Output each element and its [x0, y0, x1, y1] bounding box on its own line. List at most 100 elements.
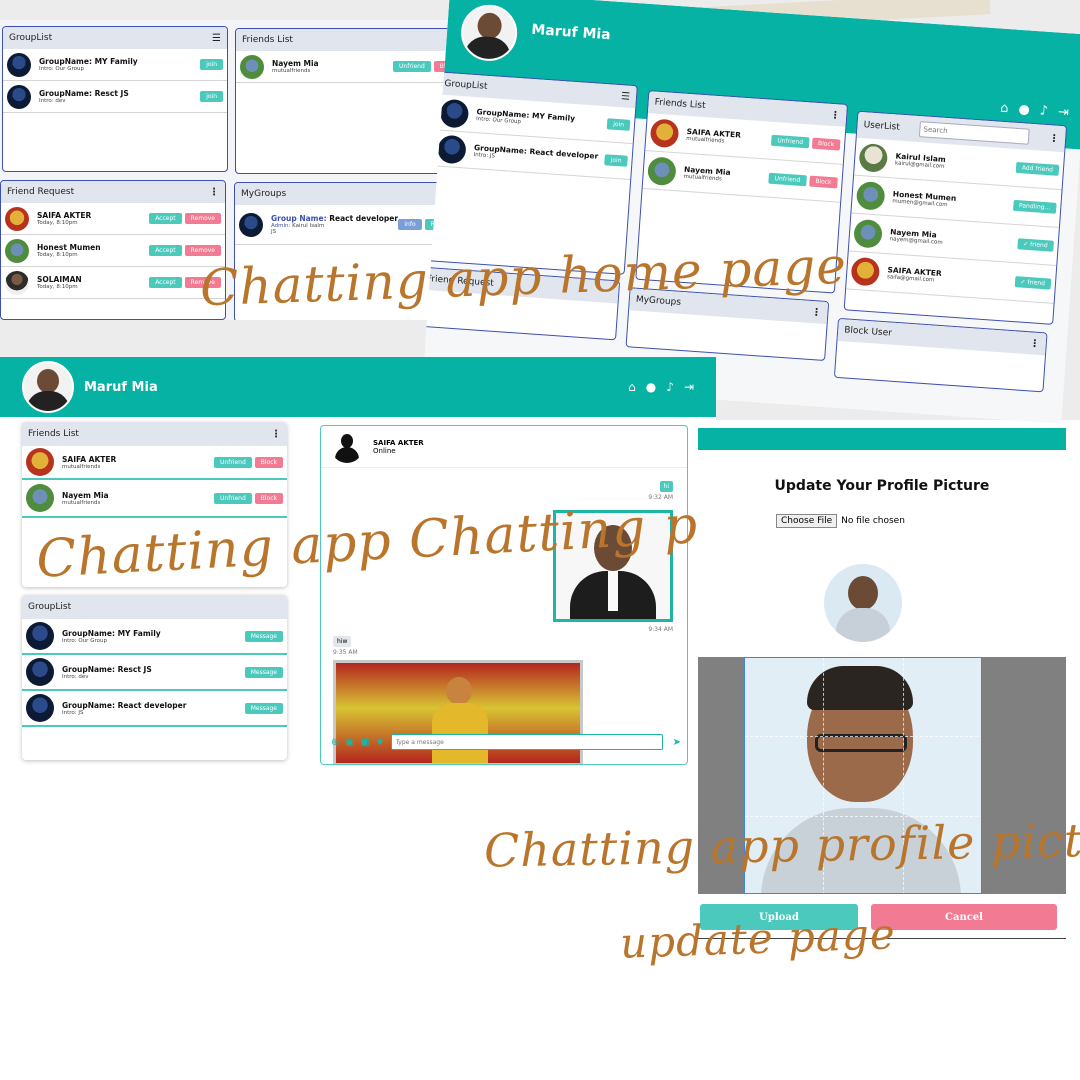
search-input[interactable]: [919, 121, 1030, 145]
send-icon[interactable]: ➤: [673, 737, 681, 748]
list-item: SAIFA AKTER mutualfriends Unfriend Block: [22, 446, 287, 480]
user-avatar: [5, 270, 29, 295]
unfriend-button[interactable]: Unfriend: [770, 134, 810, 149]
add-friend-button[interactable]: Add friend: [1015, 161, 1060, 176]
friend-avatar: [646, 155, 677, 186]
join-button[interactable]: join: [604, 154, 628, 167]
more-icon[interactable]: ⋮: [1029, 338, 1040, 350]
bell-icon[interactable]: ♪: [1039, 103, 1048, 119]
join-button[interactable]: join: [200, 91, 223, 102]
card-title: Friends List: [654, 97, 706, 112]
friend-status-button[interactable]: ✓ friend: [1016, 238, 1054, 252]
unfriend-button[interactable]: Unfriend: [393, 61, 431, 72]
group-name: GroupName: Resct JS: [62, 664, 152, 674]
group-label: Group Name:: [271, 214, 327, 223]
more-icon[interactable]: ⋮: [271, 429, 281, 440]
chat-icon[interactable]: ●: [1018, 102, 1030, 118]
friend-sub: mutualfriends: [62, 463, 101, 470]
join-button[interactable]: join: [606, 118, 631, 131]
message-time: 9:35 AM: [333, 649, 358, 656]
group-intro: Intro: Our Group: [39, 66, 84, 72]
message-input[interactable]: [390, 734, 663, 750]
block-button[interactable]: Block: [254, 492, 283, 504]
unfriend-button[interactable]: Unfriend: [214, 492, 252, 504]
remove-button[interactable]: Remove: [184, 245, 221, 256]
conversation-panel: SAIFA AKTER Online hi 9:32 AM 9:34 AM hi…: [320, 425, 688, 765]
add-icon[interactable]: ⊕: [331, 737, 339, 748]
card-title: GroupList: [9, 33, 53, 43]
conversation-header: SAIFA AKTER Online: [321, 426, 687, 468]
user-name: Maruf Mia: [530, 21, 612, 44]
join-button[interactable]: join: [200, 59, 223, 70]
friend-status-button[interactable]: ✓ friend: [1014, 276, 1052, 290]
collage: GroupList ☰ GroupName: MY Family Intro: Ou…: [0, 0, 1080, 1080]
menu-icon[interactable]: ☰: [621, 91, 631, 103]
list-item: Nayem Miamutualfriends Unfriend Block: [22, 480, 287, 518]
info-button[interactable]: info: [398, 219, 422, 230]
pending-button[interactable]: Pandling...: [1012, 199, 1057, 214]
group-avatar-icon: [26, 658, 54, 686]
list-item: GroupName: MY Family Intro: Our Group joi…: [3, 49, 227, 81]
friend-avatar: [649, 117, 680, 148]
unfriend-button[interactable]: Unfriend: [768, 172, 807, 187]
block-button[interactable]: Block: [808, 175, 838, 189]
friend-name: Nayem Mia: [272, 59, 319, 68]
group-intro: Intro: dev: [62, 673, 89, 680]
user-name: Honest Mumen: [37, 243, 101, 252]
profile-avatar[interactable]: [459, 2, 519, 63]
accept-button[interactable]: Accept: [149, 213, 182, 224]
message-button[interactable]: Message: [244, 702, 283, 714]
page-title: Update Your Profile Picture: [774, 478, 990, 494]
list-item: GroupName: Resct JS Intro: dev Message: [22, 655, 287, 691]
request-time: Today, 8:10pm: [37, 284, 78, 290]
camera-icon[interactable]: ◉: [345, 737, 354, 748]
chat-icon[interactable]: ●: [646, 380, 656, 394]
contact-name: SAIFA AKTER: [373, 438, 424, 447]
app-header: Maruf Mia ⌂ ● ♪ ⇥: [0, 357, 716, 417]
remove-button[interactable]: Remove: [184, 213, 221, 224]
friend-name: Nayem Mia: [62, 490, 109, 500]
contact-status: Online: [373, 446, 396, 455]
list-item: Group Name: React developer Admin: Kairu…: [235, 205, 465, 245]
more-icon[interactable]: ⋮: [1049, 133, 1060, 145]
card-title: Friend Request: [7, 187, 75, 197]
friend-sub: mutualfriends: [62, 499, 101, 506]
group-list-card: GroupList GroupName: MY Family Intro: Our…: [22, 595, 287, 760]
image-icon[interactable]: ▣: [360, 737, 369, 748]
friend-avatar: [26, 448, 54, 476]
message-button[interactable]: Message: [244, 630, 283, 642]
card-title: GroupList: [28, 602, 72, 612]
accept-button[interactable]: Accept: [149, 277, 182, 288]
card-title: UserList: [863, 120, 901, 133]
block-button[interactable]: Block: [254, 456, 283, 468]
group-avatar-icon: [26, 694, 54, 722]
user-avatar: [858, 142, 889, 173]
choose-file-button[interactable]: Choose File: [776, 514, 838, 528]
friends-list-card: Friends List Nayem Mia mutualfriends Unfr…: [235, 28, 467, 174]
logout-icon[interactable]: ⇥: [684, 380, 694, 394]
message-composer: ⊕ ◉ ▣ ♦ ➤: [331, 732, 681, 752]
menu-icon[interactable]: ☰: [212, 33, 221, 44]
block-button[interactable]: Block: [811, 137, 841, 151]
message-button[interactable]: Message: [244, 666, 283, 678]
profile-avatar[interactable]: [22, 361, 74, 413]
group-avatar-icon: [239, 212, 263, 237]
logout-icon[interactable]: ⇥: [1058, 105, 1070, 121]
more-icon[interactable]: ⋮: [811, 307, 822, 319]
user-avatar: [850, 256, 881, 287]
home-icon[interactable]: ⌂: [628, 380, 636, 394]
accept-button[interactable]: Accept: [149, 245, 182, 256]
user-avatar: [855, 180, 886, 211]
group-avatar-icon: [439, 98, 470, 129]
unfriend-button[interactable]: Unfriend: [214, 456, 252, 468]
bell-icon[interactable]: ♪: [666, 380, 674, 394]
home-icon[interactable]: ⌂: [1000, 101, 1009, 117]
cancel-button[interactable]: Cancel: [871, 904, 1057, 930]
microphone-icon[interactable]: ♦: [376, 737, 385, 748]
group-name: GroupName: React developer: [62, 700, 187, 710]
user-avatar: [5, 238, 29, 263]
user-avatar: [5, 206, 29, 231]
group-avatar-icon: [7, 52, 31, 77]
more-icon[interactable]: ⋮: [209, 187, 219, 198]
more-icon[interactable]: ⋮: [830, 109, 841, 121]
